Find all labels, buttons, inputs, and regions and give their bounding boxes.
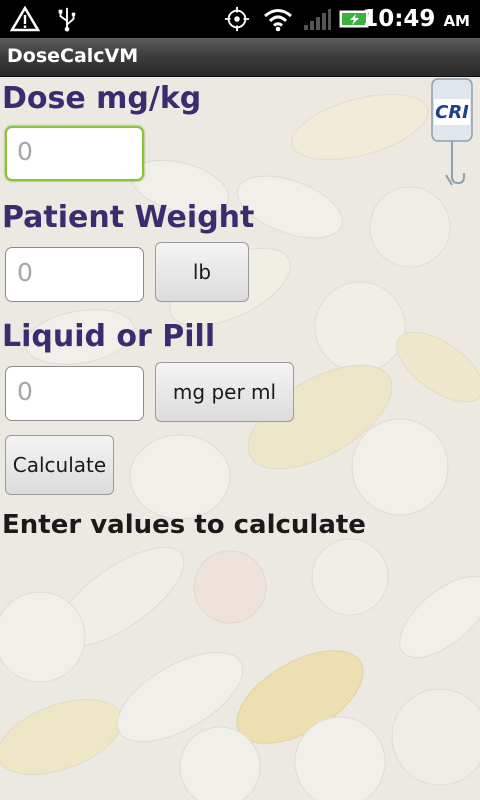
app-title: DoseCalcVM: [7, 45, 139, 67]
clock-ampm: AM: [443, 12, 470, 30]
liquid-input[interactable]: 0: [5, 366, 144, 421]
result-text: Enter values to calculate: [2, 510, 366, 540]
dose-input[interactable]: 0: [5, 126, 144, 181]
alert-icon: [10, 6, 40, 32]
cri-iv-bag-button[interactable]: CRI: [428, 77, 476, 187]
calculate-button[interactable]: Calculate: [5, 435, 114, 495]
weight-label: Patient Weight: [2, 200, 255, 235]
iv-bag-icon: CRI: [431, 78, 473, 186]
clock: 10:49 AM: [362, 6, 470, 32]
dose-label: Dose mg/kg: [2, 81, 202, 116]
liquid-unit-button[interactable]: mg per ml: [155, 362, 294, 422]
app-title-bar: DoseCalcVM: [0, 38, 480, 77]
signal-icon: [304, 9, 331, 30]
weight-unit-button[interactable]: lb: [155, 242, 249, 302]
gps-icon: [224, 6, 250, 32]
cri-label: CRI: [435, 102, 469, 123]
liquid-label: Liquid or Pill: [2, 319, 216, 354]
wifi-icon: [264, 9, 292, 32]
clock-time: 10:49: [362, 6, 436, 32]
weight-input[interactable]: 0: [5, 247, 144, 302]
status-bar: 10:49 AM: [0, 0, 480, 38]
main-content: Dose mg/kg 0 Patient Weight 0 lb Liquid …: [0, 77, 480, 800]
usb-icon: [58, 7, 76, 32]
